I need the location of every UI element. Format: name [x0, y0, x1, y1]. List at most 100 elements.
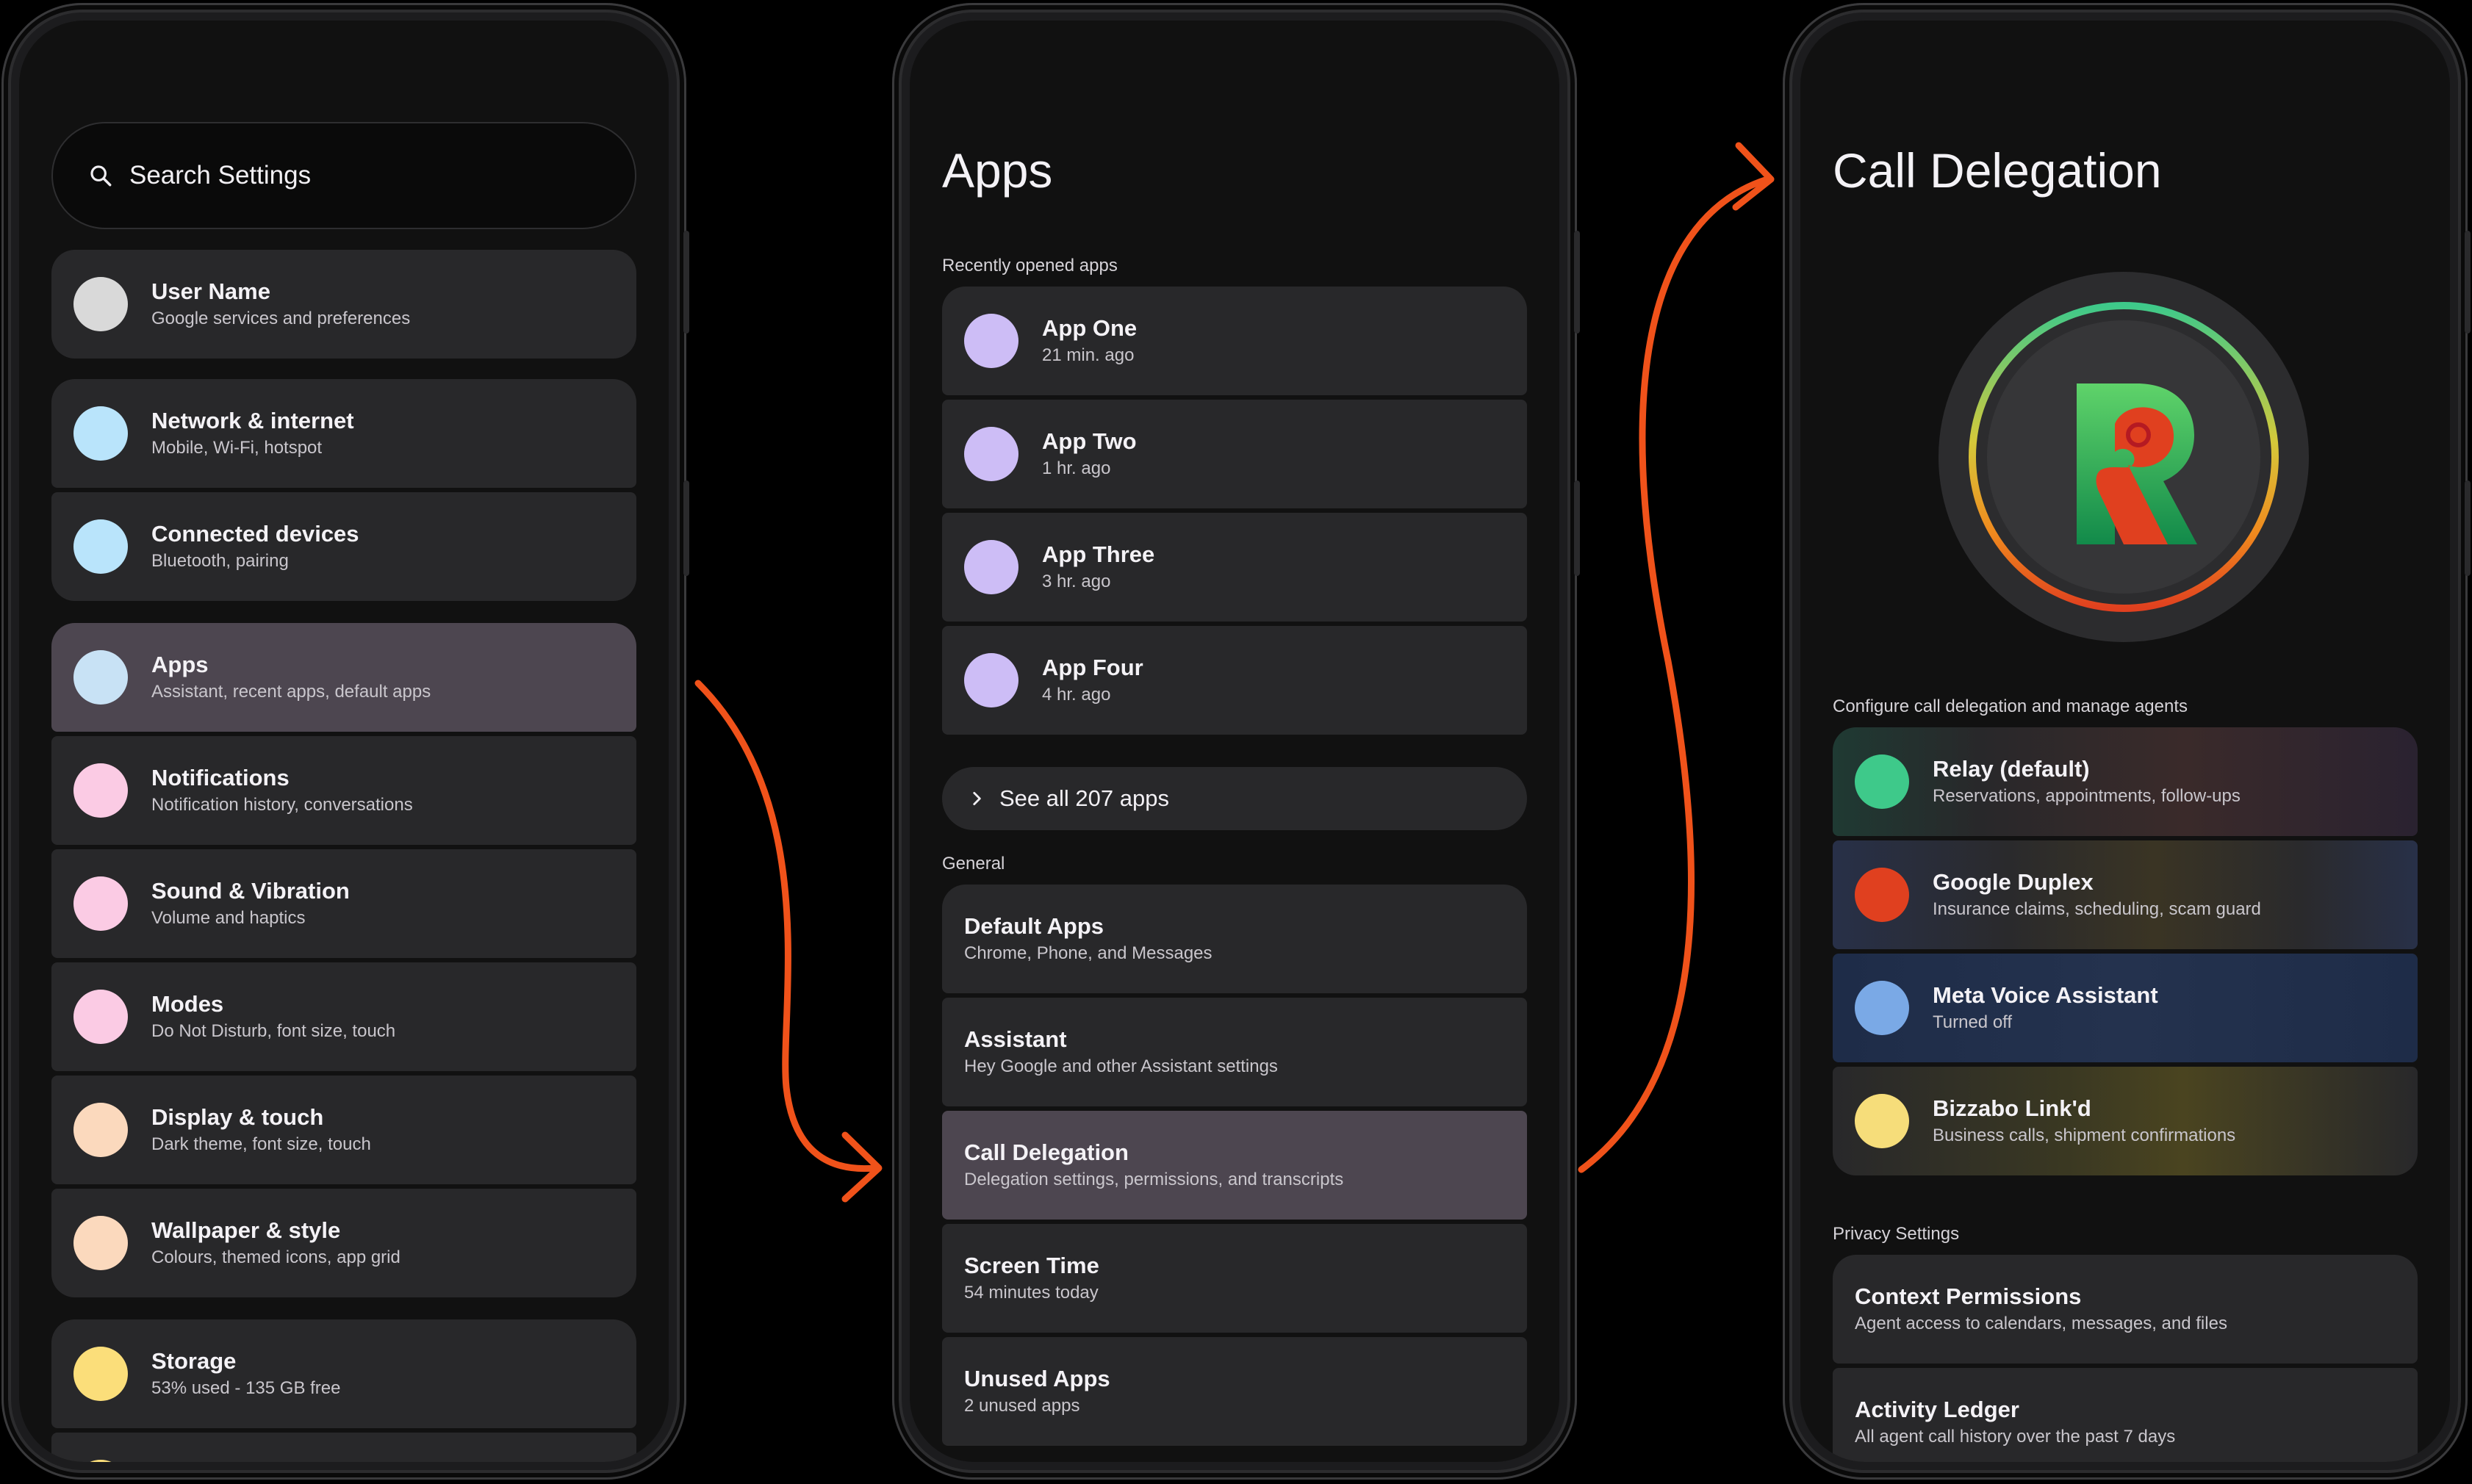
- app-icon: [964, 653, 1018, 707]
- item-subtitle: Notification history, conversations: [151, 795, 413, 815]
- item-subtitle: Mobile, Wi-Fi, hotspot: [151, 438, 323, 458]
- storage-icon: [73, 1347, 128, 1401]
- general-item-screen-time[interactable]: Screen Time 54 minutes today: [942, 1224, 1527, 1333]
- recent-app-item[interactable]: App Three 3 hr. ago: [942, 513, 1527, 622]
- recent-app-item[interactable]: App One 21 min. ago: [942, 287, 1527, 395]
- settings-item-wallpaper[interactable]: Wallpaper & style Colours, themed icons, …: [51, 1189, 636, 1297]
- item-subtitle: Business calls, shipment confirmations: [1933, 1125, 2236, 1145]
- arrow-apps-to-call-delegation: [1578, 176, 1771, 1173]
- page-title: Apps: [942, 143, 1053, 198]
- app-icon: [964, 540, 1018, 594]
- item-title: Wallpaper & style: [151, 1217, 341, 1243]
- meta-voice-agent-icon: [1855, 981, 1909, 1035]
- settings-item-next[interactable]: [51, 1433, 636, 1462]
- settings-item-user-name[interactable]: User Name Google services and preferences: [51, 250, 636, 359]
- item-subtitle: Insurance claims, scheduling, scam guard: [1933, 899, 2261, 919]
- item-title: Assistant: [964, 1026, 1067, 1052]
- general-item-default-apps[interactable]: Default Apps Chrome, Phone, and Messages: [942, 885, 1527, 993]
- general-item-assistant[interactable]: Assistant Hey Google and other Assistant …: [942, 998, 1527, 1106]
- item-title: User Name: [151, 278, 270, 304]
- notifications-icon: [73, 763, 128, 818]
- item-title: Connected devices: [151, 521, 359, 547]
- item-title: Sound & Vibration: [151, 878, 350, 904]
- call-delegation-screen: Call Delegation Configure call delegatio…: [1800, 21, 2450, 1462]
- item-subtitle: Dark theme, font size, touch: [151, 1134, 371, 1154]
- phone-settings: Search Settings User Name Google services…: [1, 3, 689, 1480]
- item-title: App Two: [1042, 428, 1137, 454]
- section-label-recent: Recently opened apps: [942, 256, 1118, 275]
- item-title: Google Duplex: [1933, 869, 2094, 895]
- search-icon: [90, 165, 112, 187]
- item-title: App Three: [1042, 541, 1155, 567]
- recent-app-item[interactable]: App Two 1 hr. ago: [942, 400, 1527, 508]
- connected-devices-icon: [73, 519, 128, 574]
- item-title: Call Delegation: [964, 1139, 1129, 1165]
- item-title: Apps: [151, 652, 209, 677]
- app-icon: [964, 427, 1018, 481]
- search-settings-label: Search Settings: [129, 161, 312, 190]
- bizzabo-agent-icon: [1855, 1094, 1909, 1148]
- apps-screen: Apps Recently opened apps App One 21 min.…: [910, 21, 1559, 1462]
- wallpaper-icon: [73, 1216, 128, 1270]
- item-subtitle: 21 min. ago: [1042, 345, 1135, 365]
- google-duplex-agent-icon: [1855, 868, 1909, 922]
- chevron-right-icon: [973, 792, 981, 805]
- settings-screen: Search Settings User Name Google services…: [19, 21, 669, 1462]
- item-subtitle: Hey Google and other Assistant settings: [964, 1056, 1278, 1076]
- item-subtitle: Assistant, recent apps, default apps: [151, 682, 431, 702]
- settings-item-apps[interactable]: Apps Assistant, recent apps, default apps: [51, 623, 636, 732]
- item-subtitle: Google services and preferences: [151, 309, 411, 328]
- item-subtitle: Delegation settings, permissions, and tr…: [964, 1170, 1344, 1189]
- item-subtitle: 1 hr. ago: [1042, 458, 1111, 478]
- item-title: App Four: [1042, 655, 1143, 680]
- item-title: Context Permissions: [1855, 1283, 2082, 1309]
- phone-call-delegation: Call Delegation Configure call delegatio…: [1783, 3, 2471, 1480]
- settings-item-display[interactable]: Display & touch Dark theme, font size, to…: [51, 1076, 636, 1184]
- see-all-apps-button[interactable]: See all 207 apps: [942, 767, 1527, 830]
- agent-item-meta-voice[interactable]: Meta Voice Assistant Turned off: [1833, 954, 2418, 1062]
- item-subtitle: Agent access to calendars, messages, and…: [1855, 1314, 2227, 1333]
- relay-agent-icon: [1855, 754, 1909, 809]
- item-subtitle: Do Not Disturb, font size, touch: [151, 1021, 396, 1041]
- item-subtitle: Reservations, appointments, follow-ups: [1933, 786, 2241, 806]
- section-label-configure: Configure call delegation and manage age…: [1833, 696, 2188, 716]
- page-title: Call Delegation: [1833, 143, 2162, 198]
- item-subtitle: 2 unused apps: [964, 1396, 1080, 1416]
- item-title: Network & internet: [151, 408, 354, 433]
- section-label-privacy: Privacy Settings: [1833, 1224, 1960, 1244]
- privacy-item-context-permissions[interactable]: Context Permissions Agent access to calen…: [1833, 1255, 2418, 1364]
- settings-item-sound[interactable]: Sound & Vibration Volume and haptics: [51, 849, 636, 958]
- display-icon: [73, 1103, 128, 1157]
- item-title: Display & touch: [151, 1104, 324, 1130]
- item-subtitle: Colours, themed icons, app grid: [151, 1247, 400, 1267]
- item-subtitle: 3 hr. ago: [1042, 572, 1111, 591]
- item-subtitle: 4 hr. ago: [1042, 685, 1111, 705]
- app-icon: [964, 314, 1018, 368]
- settings-item-connected-devices[interactable]: Connected devices Bluetooth, pairing: [51, 492, 636, 601]
- settings-item-notifications[interactable]: Notifications Notification history, conve…: [51, 736, 636, 845]
- section-label-general: General: [942, 854, 1005, 874]
- privacy-item-activity-ledger[interactable]: Activity Ledger All agent call history ov…: [1833, 1368, 2418, 1462]
- item-subtitle: Chrome, Phone, and Messages: [964, 943, 1212, 963]
- agent-item-bizzabo[interactable]: Bizzabo Link'd Business calls, shipment c…: [1833, 1067, 2418, 1175]
- phone-apps: Apps Recently opened apps App One 21 min.…: [892, 3, 1580, 1480]
- next-item-icon: [73, 1460, 128, 1462]
- settings-item-network[interactable]: Network & internet Mobile, Wi-Fi, hotspot: [51, 379, 636, 488]
- settings-item-modes[interactable]: Modes Do Not Disturb, font size, touch: [51, 962, 636, 1071]
- item-title: Screen Time: [964, 1253, 1099, 1278]
- general-item-unused-apps[interactable]: Unused Apps 2 unused apps: [942, 1337, 1527, 1446]
- avatar: [73, 277, 128, 331]
- agent-item-relay[interactable]: Relay (default) Reservations, appointment…: [1833, 727, 2418, 836]
- recent-app-item[interactable]: App Four 4 hr. ago: [942, 626, 1527, 735]
- item-subtitle: 53% used - 135 GB free: [151, 1378, 341, 1398]
- item-title: Meta Voice Assistant: [1933, 982, 2158, 1008]
- see-all-apps-label: See all 207 apps: [999, 785, 1169, 811]
- agent-item-google-duplex[interactable]: Google Duplex Insurance claims, schedulin…: [1833, 840, 2418, 949]
- item-title: Default Apps: [964, 913, 1104, 939]
- general-item-call-delegation[interactable]: Call Delegation Delegation settings, perm…: [942, 1111, 1527, 1220]
- search-settings-bar[interactable]: Search Settings: [51, 122, 636, 229]
- settings-item-storage[interactable]: Storage 53% used - 135 GB free: [51, 1319, 636, 1428]
- item-title: Modes: [151, 991, 224, 1017]
- item-title: Activity Ledger: [1855, 1397, 2019, 1422]
- item-subtitle: 54 minutes today: [964, 1283, 1099, 1303]
